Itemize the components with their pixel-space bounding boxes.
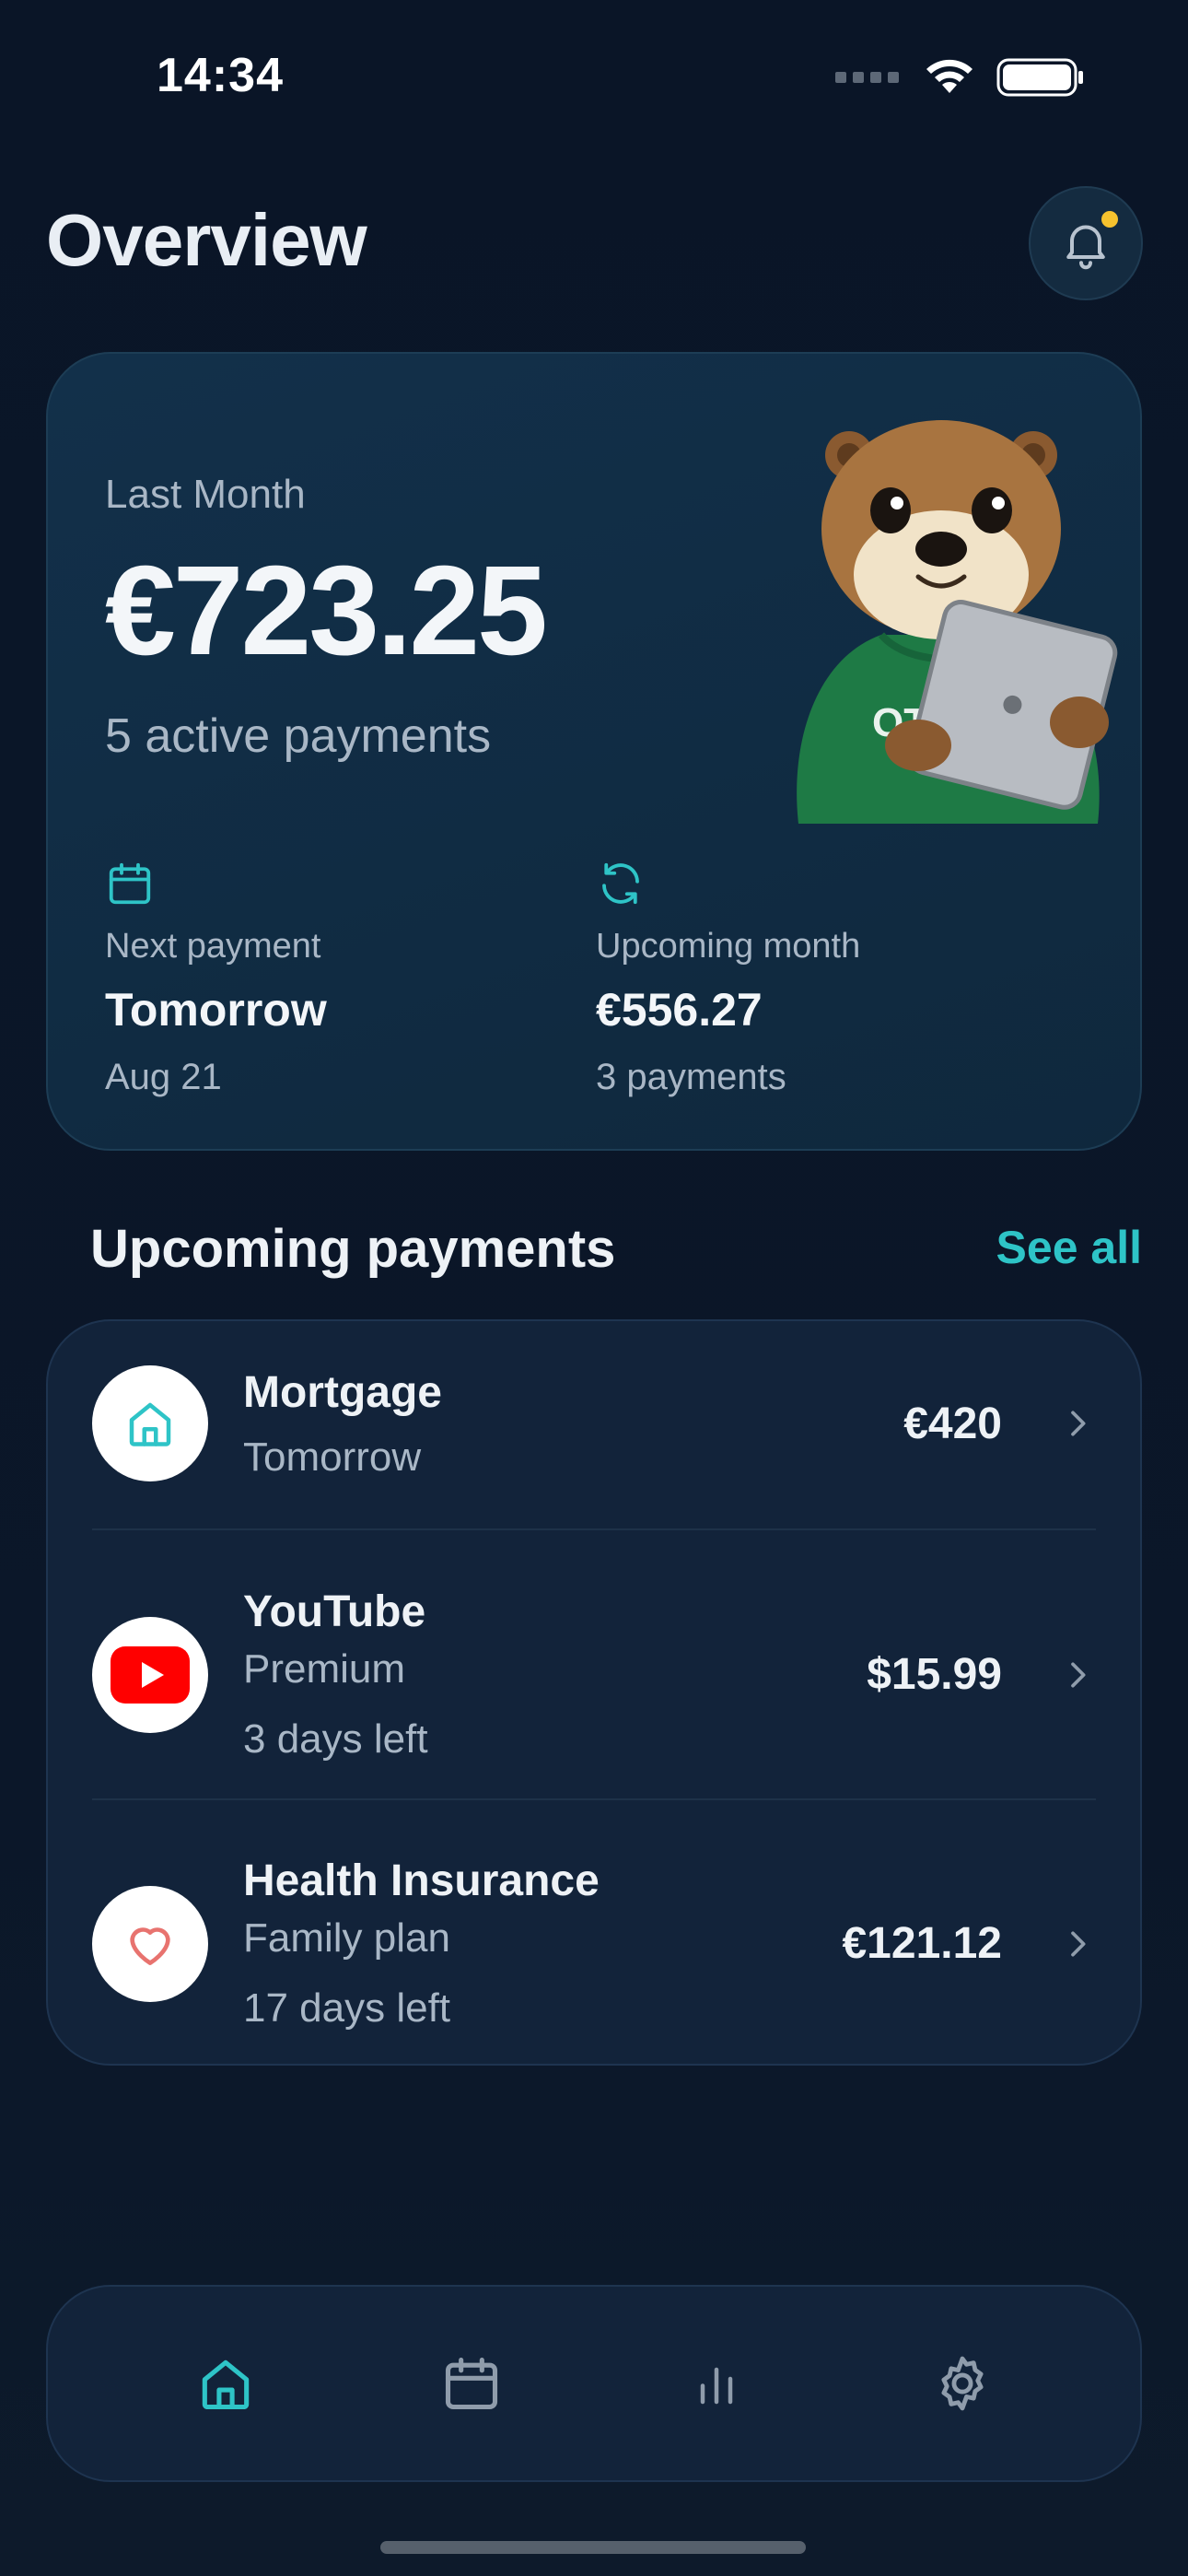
- refresh-icon: [602, 862, 639, 905]
- payment-avatar: [92, 1885, 208, 2002]
- payment-name: Health Insurance: [243, 1856, 600, 1905]
- tab-home[interactable]: [175, 2333, 276, 2434]
- payment-due: Tomorrow: [243, 1434, 422, 1480]
- status-time: 14:34: [157, 49, 284, 102]
- otter-mascot-illustration: OT: [797, 420, 1118, 824]
- payment-name: YouTube: [243, 1587, 426, 1636]
- heart-icon: [130, 1926, 170, 1965]
- total-amount: €723.25: [105, 540, 548, 682]
- upcoming-month-stat: Upcoming month €556.27 3 payments: [596, 859, 860, 1098]
- upcoming-month-value: €556.27: [596, 984, 763, 1036]
- battery-icon: [996, 58, 1083, 97]
- active-payments-count: 5 active payments: [105, 709, 492, 763]
- payment-amount: $15.99: [867, 1650, 1002, 1699]
- payment-due: 17 days left: [243, 1985, 451, 2031]
- gear-icon: [941, 2356, 984, 2411]
- summary-card[interactable]: Last Month €723.25 5 active payments OT: [46, 352, 1142, 1151]
- bar-chart-icon: [701, 2367, 733, 2405]
- tab-statistics[interactable]: [666, 2333, 767, 2434]
- period-label: Last Month: [105, 472, 306, 517]
- tab-calendar[interactable]: [421, 2333, 522, 2434]
- row-divider: [92, 1528, 1096, 1530]
- payment-avatar: [92, 1616, 208, 1733]
- cellular-signal-icon: [835, 72, 899, 83]
- page-title: Overview: [46, 199, 367, 281]
- next-payment-label: Next payment: [105, 927, 321, 966]
- payment-row-mortgage[interactable]: Mortgage Tomorrow €420: [92, 1365, 1096, 1481]
- upcoming-month-count: 3 payments: [596, 1057, 786, 1097]
- next-payment-stat: Next payment Tomorrow Aug 21: [105, 859, 327, 1098]
- chevron-right-icon: [1071, 1662, 1086, 1687]
- wifi-icon: [926, 59, 973, 93]
- house-icon: [129, 1402, 171, 1446]
- notifications-button[interactable]: [1029, 186, 1143, 300]
- chevron-right-icon: [1071, 1931, 1086, 1956]
- app-screen: 14:34 Overview Last Month €723.25 5 acti…: [0, 0, 1188, 2576]
- tab-settings[interactable]: [912, 2333, 1013, 2434]
- calendar-icon: [109, 862, 151, 905]
- payment-plan: Premium: [243, 1646, 406, 1692]
- payment-avatar: [92, 1365, 208, 1481]
- upcoming-payments-list: Mortgage Tomorrow €420 YouTube Premium 3…: [46, 1319, 1142, 2066]
- row-divider: [92, 1798, 1096, 1800]
- youtube-icon: [111, 1645, 190, 1704]
- home-icon: [203, 2359, 250, 2410]
- status-icons: [835, 57, 1085, 98]
- next-payment-value: Tomorrow: [105, 984, 327, 1036]
- see-all-link[interactable]: See all: [996, 1221, 1142, 1274]
- next-payment-date: Aug 21: [105, 1057, 222, 1097]
- payment-plan: Family plan: [243, 1915, 450, 1961]
- payment-amount: €121.12: [842, 1919, 1002, 1968]
- payment-due: 3 days left: [243, 1716, 428, 1762]
- calendar-icon: [445, 2357, 497, 2410]
- home-indicator[interactable]: [380, 2541, 806, 2554]
- payment-row-youtube[interactable]: YouTube Premium 3 days left $15.99: [92, 1587, 1096, 1762]
- payment-amount: €420: [903, 1399, 1002, 1448]
- upcoming-month-label: Upcoming month: [596, 927, 861, 966]
- tab-bar: [46, 2285, 1142, 2482]
- payment-name: Mortgage: [243, 1367, 442, 1417]
- section-title: Upcoming payments: [90, 1219, 616, 1279]
- notification-badge: [1099, 208, 1121, 230]
- chevron-right-icon: [1071, 1411, 1086, 1436]
- payment-row-health-insurance[interactable]: Health Insurance Family plan 17 days lef…: [92, 1856, 1096, 2032]
